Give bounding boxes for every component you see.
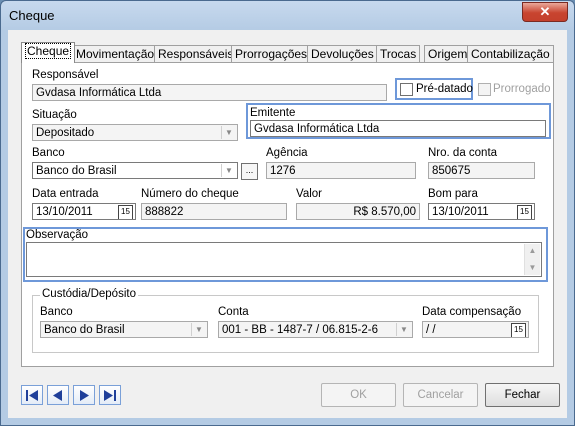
banco-lookup-button[interactable]: ... [241, 163, 258, 180]
custodia-conta-label: Conta [218, 306, 249, 318]
calendar-icon[interactable]: 15 [118, 205, 133, 219]
close-button[interactable]: ✕ [522, 2, 568, 22]
next-record-icon [80, 390, 89, 401]
bom-para-label: Bom para [428, 188, 478, 200]
nro-conta-label: Nro. da conta [428, 147, 498, 159]
window-title: Cheque [9, 8, 55, 23]
situacao-select[interactable]: Depositado ▼ [32, 124, 238, 141]
previous-record-icon [53, 390, 62, 401]
ok-button[interactable]: OK [321, 383, 396, 407]
tab-trocas[interactable]: Trocas [376, 45, 421, 62]
scroll-down-icon[interactable]: ▼ [525, 261, 540, 275]
emitente-label: Emitente [250, 107, 296, 119]
last-record-icon [104, 390, 116, 401]
data-compensacao-value: / / [426, 324, 436, 336]
tab-origem[interactable]: Origem [424, 45, 472, 62]
nro-conta-field[interactable]: 850675 [428, 162, 535, 179]
custodia-banco-select[interactable]: Banco do Brasil ▼ [40, 321, 208, 338]
bom-para-input[interactable]: 13/10/2011 15 [428, 203, 535, 220]
custodia-banco-value: Banco do Brasil [44, 324, 125, 336]
tab-devolucoes[interactable]: Devoluções [307, 45, 378, 62]
valor-label: Valor [296, 188, 322, 200]
data-compensacao-label: Data compensação [422, 306, 522, 318]
prorrogado-checkbox[interactable] [478, 83, 491, 96]
tab-prorrogacoes[interactable]: Prorrogações [231, 45, 312, 62]
cheque-tab-panel: Responsável Gvdasa Informática Ltda Pré-… [21, 62, 554, 367]
situacao-value: Depositado [36, 127, 95, 139]
pre-datado-checkbox[interactable] [400, 83, 413, 96]
chevron-down-icon[interactable]: ▼ [396, 323, 411, 336]
observacao-textarea[interactable]: ▲ ▼ [26, 242, 542, 277]
custodia-banco-label: Banco [40, 306, 73, 318]
bom-para-value: 13/10/2011 [432, 206, 489, 218]
data-entrada-value: 13/10/2011 [36, 206, 93, 218]
data-entrada-input[interactable]: 13/10/2011 15 [32, 203, 136, 220]
numero-cheque-field[interactable]: 888822 [141, 203, 287, 220]
custodia-conta-select[interactable]: 001 - BB - 1487-7 / 06.815-2-6 ▼ [218, 321, 413, 338]
banco-select[interactable]: Banco do Brasil ▼ [32, 162, 238, 179]
banco-value: Banco do Brasil [36, 165, 117, 177]
last-record-button[interactable] [99, 385, 121, 405]
tab-movimentacao[interactable]: Movimentação [72, 45, 159, 62]
dialog-client-area: Cheque Movimentação Responsáveis Prorrog… [8, 30, 567, 418]
chevron-down-icon[interactable]: ▼ [221, 126, 236, 139]
observacao-scrollbar[interactable]: ▲ ▼ [524, 244, 540, 275]
first-record-button[interactable] [21, 385, 43, 405]
cancel-button[interactable]: Cancelar [403, 383, 478, 407]
first-record-icon [26, 390, 38, 401]
scroll-up-icon[interactable]: ▲ [525, 244, 540, 258]
agencia-label: Agência [266, 147, 308, 159]
calendar-icon[interactable]: 15 [517, 205, 532, 219]
chevron-down-icon[interactable]: ▼ [221, 164, 236, 177]
tab-cheque[interactable]: Cheque [21, 42, 76, 63]
tab-contabilizacao[interactable]: Contabilização [467, 45, 554, 62]
observacao-label: Observação [26, 229, 89, 241]
pre-datado-label: Pré-datado [416, 83, 473, 95]
responsavel-label: Responsável [32, 69, 99, 81]
custodia-conta-value: 001 - BB - 1487-7 / 06.815-2-6 [222, 324, 378, 336]
numero-cheque-label: Número do cheque [141, 188, 239, 200]
data-entrada-label: Data entrada [32, 188, 99, 200]
emitente-input[interactable]: Gvdasa Informática Ltda [250, 120, 546, 137]
responsavel-field[interactable]: Gvdasa Informática Ltda [32, 84, 387, 101]
chevron-down-icon[interactable]: ▼ [191, 323, 206, 336]
previous-record-button[interactable] [47, 385, 69, 405]
tab-cheque-label: Cheque [25, 43, 72, 59]
banco-label: Banco [32, 147, 65, 159]
custodia-title: Custódia/Depósito [40, 288, 138, 300]
agencia-field[interactable]: 1276 [266, 162, 416, 179]
prorrogado-label: Prorrogado [493, 83, 551, 95]
cheque-window: Cheque ✕ Cheque Movimentação Responsávei… [0, 0, 575, 426]
close-dialog-button[interactable]: Fechar [485, 383, 560, 407]
valor-field[interactable]: R$ 8.570,00 [296, 203, 420, 220]
title-bar[interactable]: Cheque ✕ [1, 1, 574, 29]
tab-responsaveis[interactable]: Responsáveis [154, 45, 238, 62]
data-compensacao-input[interactable]: / / 15 [422, 321, 529, 338]
next-record-button[interactable] [73, 385, 95, 405]
calendar-icon[interactable]: 15 [511, 323, 526, 337]
situacao-label: Situação [32, 109, 77, 121]
